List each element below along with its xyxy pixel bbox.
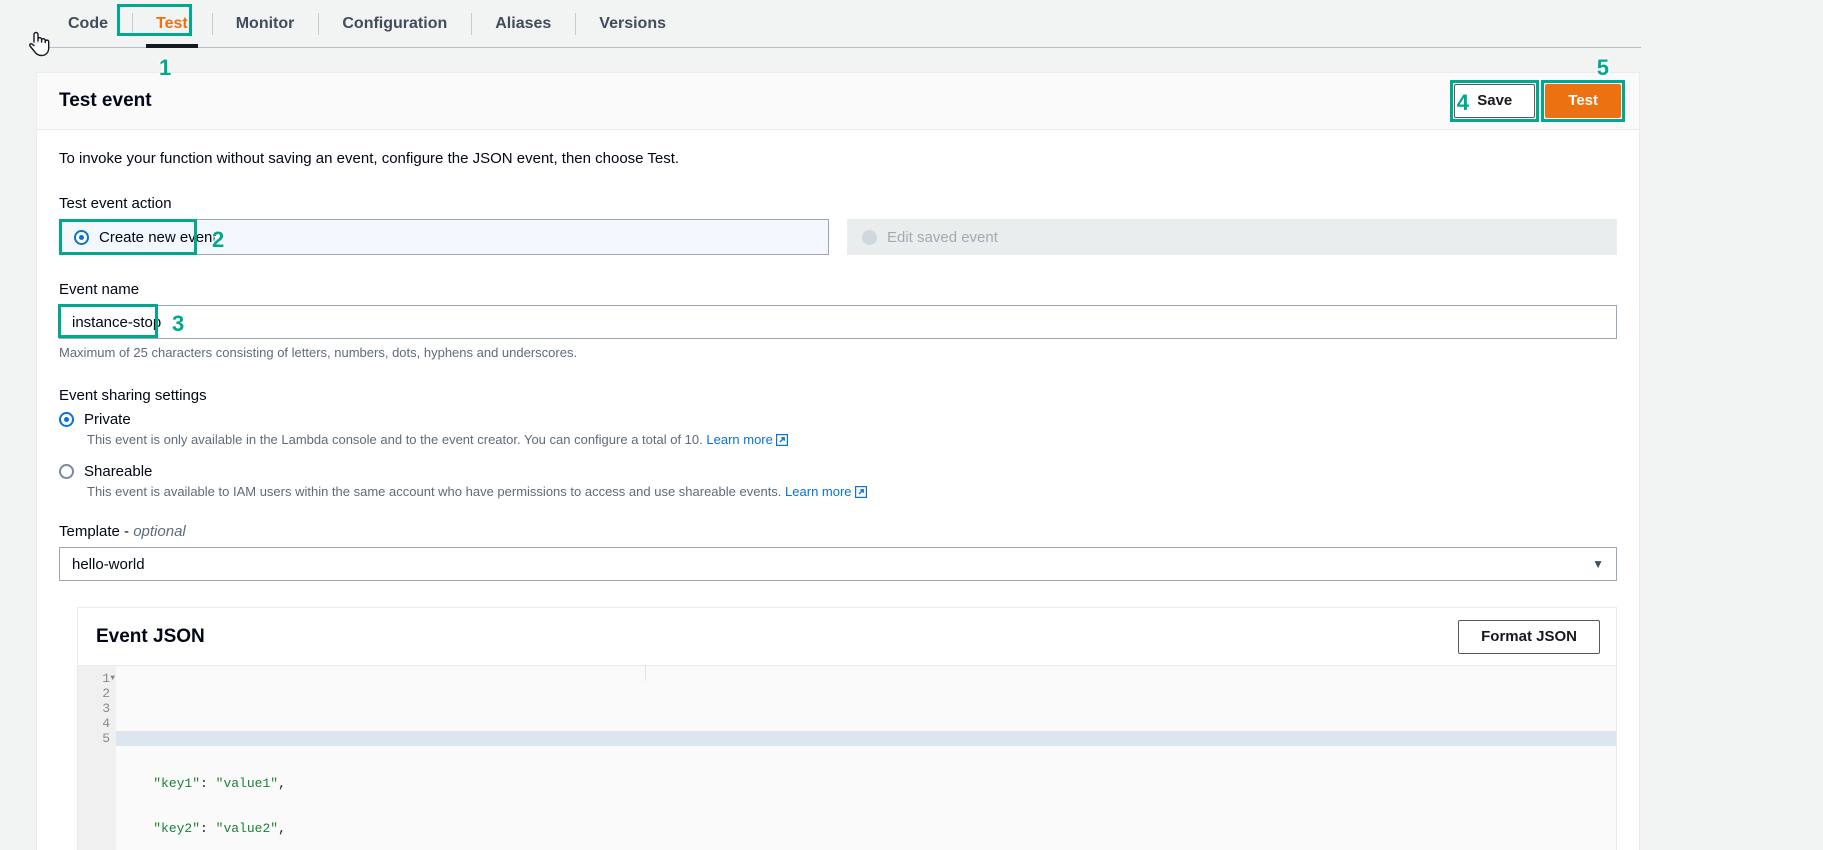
tab-test[interactable]: Test — [132, 0, 212, 48]
annotation-number-1: 1 — [159, 55, 172, 80]
line-number: 2 — [102, 686, 110, 701]
test-event-action-label: Test event action — [59, 195, 172, 212]
radio-tile-edit-saved-event: Edit saved event — [847, 219, 1617, 255]
panel-body: To invoke your function without saving a… — [37, 130, 1639, 850]
test-button[interactable]: Test — [1545, 84, 1621, 118]
event-json-header: Event JSON Format JSON — [78, 608, 1616, 666]
radio-shareable-icon — [59, 464, 74, 479]
template-selected-value: hello-world — [72, 555, 145, 573]
mouse-pointer-hand-icon — [29, 31, 50, 57]
radio-create-new-event-icon — [74, 229, 89, 245]
code-line-3: "key2": "value2", — [153, 821, 286, 836]
template-label: Template - optional — [59, 523, 1617, 540]
template-select[interactable]: hello-world ▼ — [59, 547, 1617, 581]
event-json-title: Event JSON — [96, 625, 205, 647]
event-name-hint: Maximum of 25 characters consisting of l… — [59, 345, 578, 360]
intro-text: To invoke your function without saving a… — [59, 150, 680, 167]
private-description: This event is only available in the Lamb… — [87, 432, 703, 447]
event-json-card: Event JSON Format JSON ▼1 2 3 4 5 { — [77, 607, 1617, 850]
save-button-annotation-ring: Save — [1450, 80, 1540, 122]
tab-versions[interactable]: Versions — [575, 0, 690, 48]
fold-arrow-icon[interactable]: ▼ — [110, 671, 115, 686]
radio-row-private[interactable]: Private — [59, 411, 1617, 428]
event-name-value: instance-stop — [72, 313, 162, 331]
test-event-panel: Test event Save Test 1 4 5 To invoke you… — [36, 57, 1640, 850]
editor-active-line-highlight — [116, 731, 1616, 746]
panel-header: Test event Save Test 1 4 5 — [37, 57, 1639, 130]
event-sharing-label: Event sharing settings — [59, 387, 207, 404]
line-number: 5 — [102, 731, 110, 746]
radio-private-icon — [59, 412, 74, 427]
event-name-input[interactable]: instance-stop 3 — [58, 304, 1617, 339]
private-description-row: This event is only available in the Lamb… — [87, 432, 1617, 449]
radio-create-new-event-label: Create new event — [99, 228, 217, 246]
chevron-down-icon: ▼ — [1592, 557, 1604, 571]
editor-code-area[interactable]: { "key1": "value1", "key2": "value2", "k… — [116, 666, 1616, 850]
radio-edit-saved-event-label: Edit saved event — [887, 228, 998, 246]
tab-monitor[interactable]: Monitor — [211, 0, 319, 48]
annotation-number-5: 5 — [1596, 55, 1609, 80]
tab-code[interactable]: Code — [44, 0, 132, 48]
template-label-main: Template - — [59, 523, 134, 540]
code-line-2: "key1": "value1", — [153, 776, 286, 791]
tab-aliases[interactable]: Aliases — [471, 0, 575, 48]
line-number: 4 — [102, 716, 110, 731]
test-button-annotation-ring: Test — [1541, 80, 1625, 122]
editor-line-numbers: ▼ 1 2 3 4 5 — [78, 666, 116, 850]
radio-tile-create-new-event[interactable]: Create new event 2 — [59, 219, 829, 255]
radio-edit-saved-event-icon — [862, 229, 877, 245]
save-button[interactable]: Save — [1454, 84, 1536, 118]
external-link-icon — [775, 433, 789, 449]
json-code-editor[interactable]: ▼1 2 3 4 5 { "key1": "value1", "key2": "… — [78, 666, 1616, 850]
annotation-number-3: 3 — [172, 311, 185, 336]
line-number: ▼ 1 — [102, 671, 115, 686]
template-field: Template - optional hello-world ▼ — [59, 523, 1617, 581]
function-tabs: Code Test Monitor Configuration Aliases … — [0, 0, 1641, 48]
external-link-icon — [854, 485, 867, 501]
editor-vertical-guide — [645, 666, 646, 681]
header-actions: Save Test — [1450, 80, 1625, 122]
test-event-action-group: Create new event 2 Edit saved event — [59, 219, 1617, 255]
event-sharing-settings: Event sharing settings Private This even… — [59, 387, 1617, 501]
shareable-learn-more-link[interactable]: Learn more — [785, 484, 851, 499]
radio-shareable-label: Shareable — [84, 463, 153, 480]
format-json-button[interactable]: Format JSON — [1458, 619, 1600, 654]
lambda-test-event-page: Code Test Monitor Configuration Aliases … — [0, 0, 1823, 850]
shareable-description-row: This event is available to IAM users wit… — [87, 484, 1617, 501]
template-label-optional: optional — [133, 523, 186, 540]
tab-configuration[interactable]: Configuration — [318, 0, 471, 48]
page-title: Test event — [59, 90, 152, 111]
radio-private-label: Private — [84, 411, 131, 428]
event-name-label: Event name — [59, 281, 140, 298]
radio-row-shareable[interactable]: Shareable — [59, 463, 1617, 480]
private-learn-more-link[interactable]: Learn more — [706, 432, 772, 447]
shareable-description: This event is available to IAM users wit… — [87, 484, 782, 499]
line-number: 3 — [102, 701, 110, 716]
